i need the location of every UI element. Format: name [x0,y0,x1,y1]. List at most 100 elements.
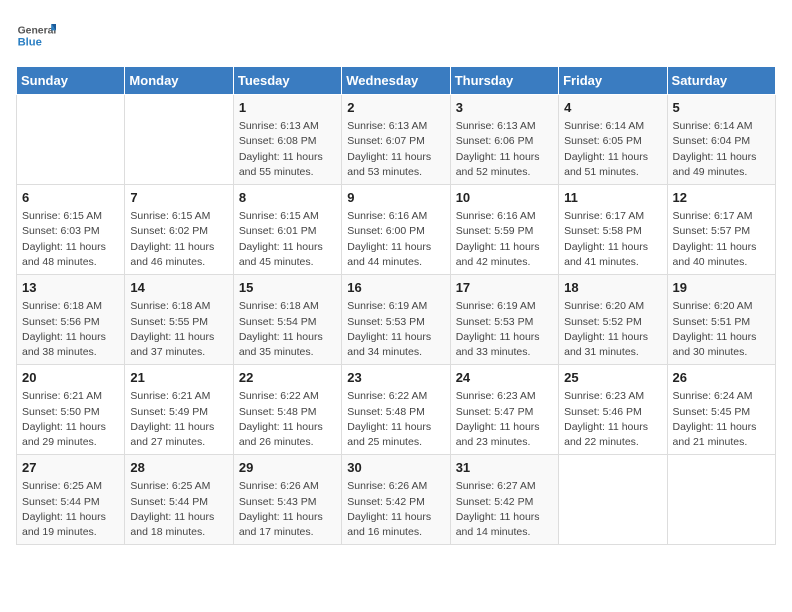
day-info: Sunrise: 6:21 AMSunset: 5:49 PMDaylight:… [130,389,227,450]
calendar-cell: 31Sunrise: 6:27 AMSunset: 5:42 PMDayligh… [450,455,558,545]
day-info: Sunrise: 6:26 AMSunset: 5:43 PMDaylight:… [239,479,336,540]
day-number: 10 [456,189,553,207]
day-info: Sunrise: 6:17 AMSunset: 5:58 PMDaylight:… [564,209,661,270]
day-info: Sunrise: 6:25 AMSunset: 5:44 PMDaylight:… [130,479,227,540]
calendar-week-row: 13 Sunrise: 6:18 AMSunset: 5:56 PMDayligh… [17,275,776,365]
day-info: Sunrise: 6:26 AMSunset: 5:42 PMDaylight:… [347,479,444,540]
calendar-day-header: Tuesday [233,67,341,95]
day-info: Sunrise: 6:22 AMSunset: 5:48 PMDaylight:… [347,389,444,450]
day-info: Sunrise: 6:16 AMSunset: 5:59 PMDaylight:… [456,209,553,270]
day-info: Sunrise: 6:14 AMSunset: 6:05 PMDaylight:… [564,119,661,180]
day-info: Sunrise: 6:24 AMSunset: 5:45 PMDaylight:… [673,389,770,450]
calendar-cell: 9 Sunrise: 6:16 AMSunset: 6:00 PMDaylight… [342,185,450,275]
calendar-cell: 4 Sunrise: 6:14 AMSunset: 6:05 PMDaylight… [559,95,667,185]
day-number: 21 [130,369,227,387]
calendar-cell: 25 Sunrise: 6:23 AMSunset: 5:46 PMDayligh… [559,365,667,455]
day-info: Sunrise: 6:20 AMSunset: 5:52 PMDaylight:… [564,299,661,360]
calendar-cell: 11 Sunrise: 6:17 AMSunset: 5:58 PMDayligh… [559,185,667,275]
day-info: Sunrise: 6:14 AMSunset: 6:04 PMDaylight:… [673,119,770,180]
day-info: Sunrise: 6:19 AMSunset: 5:53 PMDaylight:… [347,299,444,360]
day-number: 8 [239,189,336,207]
day-number: 17 [456,279,553,297]
day-info: Sunrise: 6:15 AMSunset: 6:03 PMDaylight:… [22,209,119,270]
calendar-cell: 8Sunrise: 6:15 AMSunset: 6:01 PMDaylight… [233,185,341,275]
calendar-week-row: 20 Sunrise: 6:21 AMSunset: 5:50 PMDayligh… [17,365,776,455]
day-number: 5 [673,99,770,117]
calendar-cell: 23 Sunrise: 6:22 AMSunset: 5:48 PMDayligh… [342,365,450,455]
page-header: General Blue [16,16,776,56]
calendar-cell: 12 Sunrise: 6:17 AMSunset: 5:57 PMDayligh… [667,185,775,275]
day-info: Sunrise: 6:25 AMSunset: 5:44 PMDaylight:… [22,479,119,540]
day-number: 27 [22,459,119,477]
day-info: Sunrise: 6:18 AMSunset: 5:56 PMDaylight:… [22,299,119,360]
calendar-cell: 27 Sunrise: 6:25 AMSunset: 5:44 PMDayligh… [17,455,125,545]
day-info: Sunrise: 6:22 AMSunset: 5:48 PMDaylight:… [239,389,336,450]
calendar-cell [17,95,125,185]
day-number: 22 [239,369,336,387]
calendar-day-header: Monday [125,67,233,95]
calendar-cell: 10 Sunrise: 6:16 AMSunset: 5:59 PMDayligh… [450,185,558,275]
day-number: 15 [239,279,336,297]
day-number: 12 [673,189,770,207]
day-info: Sunrise: 6:13 AMSunset: 6:07 PMDaylight:… [347,119,444,180]
day-info: Sunrise: 6:23 AMSunset: 5:47 PMDaylight:… [456,389,553,450]
day-info: Sunrise: 6:19 AMSunset: 5:53 PMDaylight:… [456,299,553,360]
calendar-day-header: Thursday [450,67,558,95]
calendar-cell: 18 Sunrise: 6:20 AMSunset: 5:52 PMDayligh… [559,275,667,365]
calendar-day-header: Wednesday [342,67,450,95]
calendar-cell: 19 Sunrise: 6:20 AMSunset: 5:51 PMDayligh… [667,275,775,365]
calendar-cell: 1 Sunrise: 6:13 AMSunset: 6:08 PMDaylight… [233,95,341,185]
calendar-cell: 15 Sunrise: 6:18 AMSunset: 5:54 PMDayligh… [233,275,341,365]
calendar-week-row: 1 Sunrise: 6:13 AMSunset: 6:08 PMDaylight… [17,95,776,185]
day-number: 19 [673,279,770,297]
day-info: Sunrise: 6:15 AMSunset: 6:02 PMDaylight:… [130,209,227,270]
day-number: 16 [347,279,444,297]
day-number: 11 [564,189,661,207]
svg-text:Blue: Blue [18,37,42,49]
day-number: 23 [347,369,444,387]
day-number: 14 [130,279,227,297]
svg-text:General: General [18,26,56,37]
day-number: 31 [456,459,553,477]
calendar-cell: 14 Sunrise: 6:18 AMSunset: 5:55 PMDayligh… [125,275,233,365]
calendar-cell: 20 Sunrise: 6:21 AMSunset: 5:50 PMDayligh… [17,365,125,455]
day-info: Sunrise: 6:16 AMSunset: 6:00 PMDaylight:… [347,209,444,270]
day-number: 13 [22,279,119,297]
calendar-day-header: Sunday [17,67,125,95]
day-info: Sunrise: 6:17 AMSunset: 5:57 PMDaylight:… [673,209,770,270]
calendar-cell [125,95,233,185]
day-number: 1 [239,99,336,117]
calendar-cell: 29 Sunrise: 6:26 AMSunset: 5:43 PMDayligh… [233,455,341,545]
day-number: 4 [564,99,661,117]
calendar-cell: 16 Sunrise: 6:19 AMSunset: 5:53 PMDayligh… [342,275,450,365]
calendar-cell: 28 Sunrise: 6:25 AMSunset: 5:44 PMDayligh… [125,455,233,545]
day-number: 28 [130,459,227,477]
calendar-cell: 17 Sunrise: 6:19 AMSunset: 5:53 PMDayligh… [450,275,558,365]
calendar-cell: 26 Sunrise: 6:24 AMSunset: 5:45 PMDayligh… [667,365,775,455]
calendar-cell: 6 Sunrise: 6:15 AMSunset: 6:03 PMDaylight… [17,185,125,275]
calendar-cell: 13 Sunrise: 6:18 AMSunset: 5:56 PMDayligh… [17,275,125,365]
day-number: 29 [239,459,336,477]
day-number: 18 [564,279,661,297]
day-info: Sunrise: 6:13 AMSunset: 6:08 PMDaylight:… [239,119,336,180]
calendar-cell: 24 Sunrise: 6:23 AMSunset: 5:47 PMDayligh… [450,365,558,455]
day-info: Sunrise: 6:18 AMSunset: 5:54 PMDaylight:… [239,299,336,360]
day-number: 30 [347,459,444,477]
day-number: 6 [22,189,119,207]
day-number: 20 [22,369,119,387]
day-info: Sunrise: 6:18 AMSunset: 5:55 PMDaylight:… [130,299,227,360]
day-info: Sunrise: 6:20 AMSunset: 5:51 PMDaylight:… [673,299,770,360]
calendar-cell: 2 Sunrise: 6:13 AMSunset: 6:07 PMDaylight… [342,95,450,185]
day-number: 2 [347,99,444,117]
calendar-header-row: SundayMondayTuesdayWednesdayThursdayFrid… [17,67,776,95]
day-info: Sunrise: 6:23 AMSunset: 5:46 PMDaylight:… [564,389,661,450]
day-number: 26 [673,369,770,387]
day-number: 7 [130,189,227,207]
calendar-cell [667,455,775,545]
day-number: 25 [564,369,661,387]
day-number: 3 [456,99,553,117]
day-info: Sunrise: 6:13 AMSunset: 6:06 PMDaylight:… [456,119,553,180]
day-number: 24 [456,369,553,387]
day-info: Sunrise: 6:21 AMSunset: 5:50 PMDaylight:… [22,389,119,450]
day-number: 9 [347,189,444,207]
